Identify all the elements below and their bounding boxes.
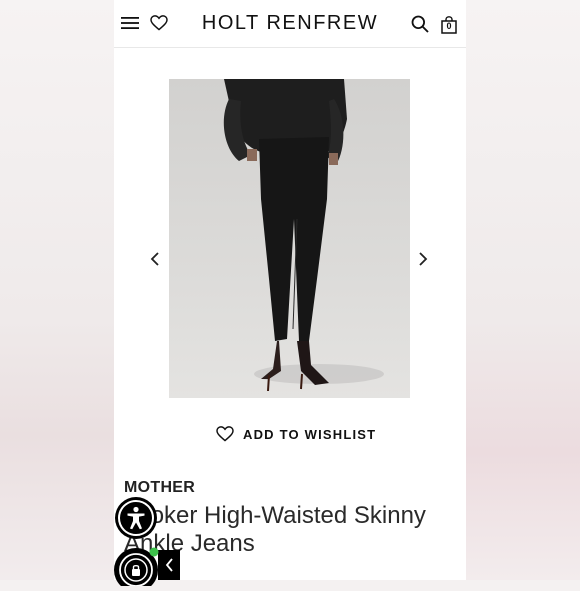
background-blur-left <box>0 0 114 580</box>
product-image[interactable] <box>169 79 410 398</box>
chevron-right-icon[interactable] <box>418 252 428 266</box>
security-widget[interactable] <box>114 546 180 591</box>
lock-icon <box>114 547 180 591</box>
bag-count-badge: 0 <box>446 21 452 31</box>
heart-icon[interactable] <box>150 15 168 31</box>
product-brand[interactable]: MOTHER <box>124 479 195 497</box>
mobile-page: HOLT RENFREW 0 ADD TO WISHLIST MOTHER Lo… <box>114 0 466 580</box>
model-in-jeans-illustration <box>223 79 384 392</box>
wishlist-heart-icon <box>216 426 234 442</box>
background-blur-right <box>466 0 580 580</box>
site-header: HOLT RENFREW 0 <box>114 0 466 48</box>
accessibility-icon <box>118 500 154 536</box>
wishlist-label: ADD TO WISHLIST <box>243 427 377 442</box>
shopping-bag-button[interactable]: 0 <box>441 16 457 34</box>
brand-logo[interactable]: HOLT RENFREW <box>174 12 406 35</box>
accessibility-button[interactable] <box>115 497 157 539</box>
menu-icon[interactable] <box>121 16 139 30</box>
search-icon[interactable] <box>411 15 429 33</box>
chevron-left-icon[interactable] <box>150 252 160 266</box>
